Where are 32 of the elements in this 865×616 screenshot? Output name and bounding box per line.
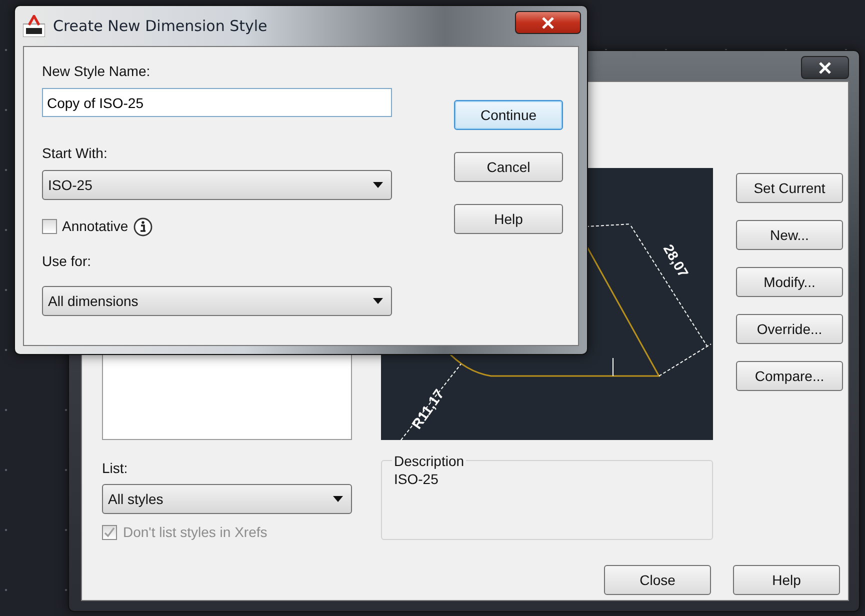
dialog-button[interactable]: New...: [736, 220, 843, 250]
dialog-button[interactable]: Set Current: [736, 173, 843, 203]
checkbox-label: Don't list styles in Xrefs: [123, 523, 268, 542]
close-button[interactable]: [515, 11, 581, 34]
field-label: List:: [102, 459, 129, 478]
caret-icon: [333, 496, 343, 502]
info-icon[interactable]: [133, 216, 154, 236]
checkbox-label: Annotative: [62, 217, 128, 236]
description-text: ISO-25: [394, 470, 440, 489]
close-button[interactable]: [801, 56, 849, 79]
app-logo-icon: [23, 15, 45, 38]
dialog-button[interactable]: Cancel: [454, 152, 563, 182]
use-for-dropdown[interactable]: All dimensions: [42, 286, 392, 316]
name-input[interactable]: Copy of ISO-25: [42, 88, 392, 117]
list-dropdown[interactable]: All styles: [102, 484, 352, 514]
caret-icon: [373, 182, 383, 188]
caret-icon: [373, 298, 383, 304]
dialog-button[interactable]: Continue: [454, 100, 563, 130]
field-label: Start With:: [42, 144, 108, 163]
field-label: Use for:: [42, 252, 92, 271]
field-label: New Style Name:: [42, 62, 152, 81]
dialog-button[interactable]: Compare...: [736, 361, 843, 391]
close-icon: [542, 16, 554, 28]
dialog-button[interactable]: Override...: [736, 314, 843, 344]
close-icon: [819, 62, 831, 74]
dialog-button[interactable]: Modify...: [736, 267, 843, 297]
dialog-button[interactable]: Help: [733, 565, 840, 595]
start-with-dropdown[interactable]: ISO-25: [42, 170, 392, 200]
dialog-button[interactable]: Help: [454, 204, 563, 234]
window-title: Create New Dimension Style: [53, 16, 268, 37]
dialog-button[interactable]: Close: [604, 565, 711, 595]
checkbox[interactable]: [42, 219, 57, 234]
